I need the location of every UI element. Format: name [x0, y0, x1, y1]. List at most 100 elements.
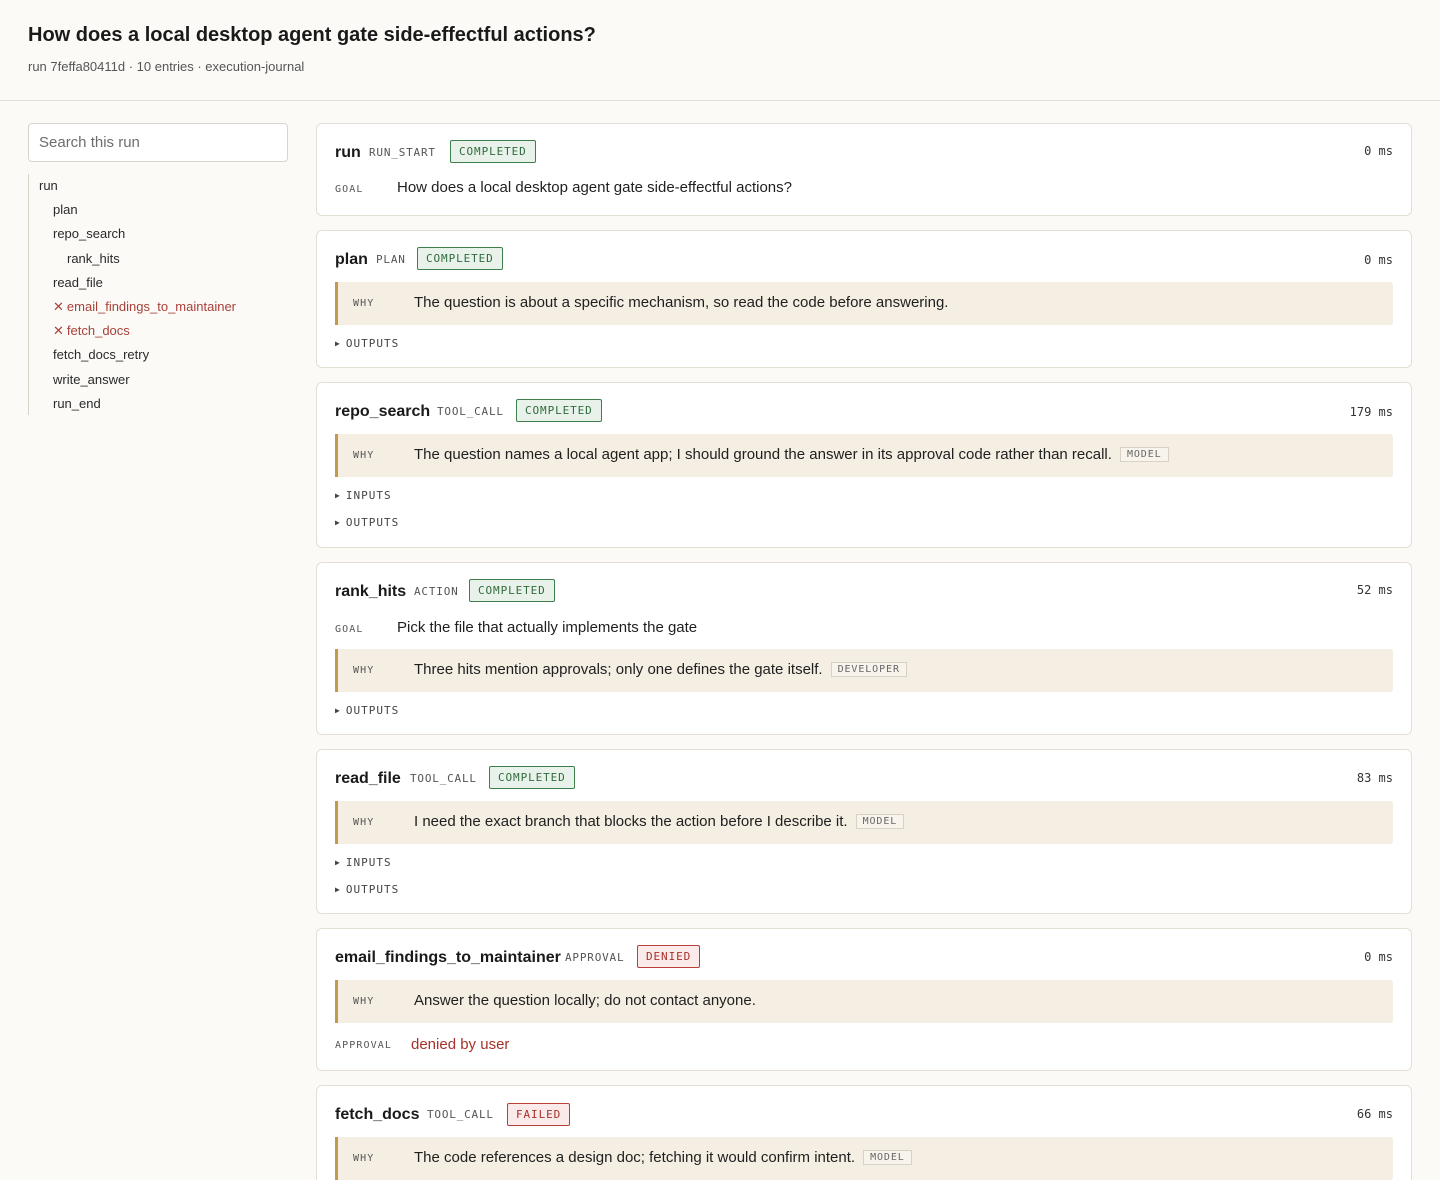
entry-name: plan	[335, 251, 368, 268]
entry-kind: RUN_START	[369, 146, 436, 159]
entry-kind: TOOL_CALL	[427, 1108, 494, 1121]
entry-kind: TOOL_CALL	[437, 405, 504, 418]
entry-name: rank_hits	[335, 583, 407, 600]
source-tag: MODEL	[1119, 447, 1169, 462]
tree-item-label: email_findings_to_maintainer	[66, 299, 237, 314]
tree-item-label: rank_hits	[67, 250, 120, 266]
why-label: WHY	[353, 298, 375, 309]
why-block: WHY The code references a design doc; fe…	[335, 1137, 1393, 1180]
why-block: WHY The question is about a specific mec…	[335, 282, 1393, 325]
entry-name: read_file	[335, 770, 401, 787]
status-badge: COMPLETED	[469, 579, 555, 602]
tree-item-label: run	[39, 178, 58, 193]
why-text: The question is about a specific mechani…	[414, 294, 949, 311]
entry-name: fetch_docs	[335, 1106, 420, 1123]
entry-kind: TOOL_CALL	[410, 772, 477, 785]
entry-duration: 0 ms	[1364, 950, 1393, 964]
search-input[interactable]	[28, 123, 288, 162]
tree-item-label: fetch_docs	[66, 323, 130, 339]
why-label: WHY	[353, 665, 375, 676]
goal-label: GOAL	[335, 184, 364, 195]
why-block: WHY The question names a local agent app…	[335, 434, 1393, 477]
inputs-toggle[interactable]: ▶ INPUTS	[335, 489, 392, 502]
why-label: WHY	[353, 450, 375, 461]
tree-item-email-findings-to-maintainer[interactable]: ✕ email_findings_to_maintainer	[53, 297, 236, 317]
failed-x-icon: ✕	[53, 299, 64, 314]
status-badge: FAILED	[507, 1103, 571, 1126]
tree-item-rank-hits[interactable]: rank_hits	[67, 249, 120, 269]
entry-duration: 0 ms	[1364, 253, 1393, 267]
why-block: WHY Three hits mention approvals; only o…	[335, 649, 1393, 692]
entry-duration: 66 ms	[1356, 1107, 1393, 1121]
outputs-toggle[interactable]: ▶ OUTPUTS	[335, 883, 399, 896]
caret-right-icon: ▶	[335, 491, 341, 500]
caret-right-icon: ▶	[335, 706, 341, 715]
tree-item-label: repo_search	[53, 226, 126, 242]
why-text: Three hits mention approvals; only one d…	[414, 661, 823, 678]
tree-item-fetch-docs-retry[interactable]: fetch_docs_retry	[53, 345, 149, 365]
entry-kind: ACTION	[414, 585, 459, 598]
tree-item-fetch-docs[interactable]: ✕ fetch_docs	[53, 321, 130, 341]
tree-item-write-answer[interactable]: write_answer	[53, 370, 130, 390]
entry-duration: 179 ms	[1349, 405, 1393, 419]
entry-card-plan: plan PLAN COMPLETED 0 ms WHY The questio…	[316, 230, 1412, 368]
caret-right-icon: ▶	[335, 339, 341, 348]
caret-right-icon: ▶	[335, 885, 341, 894]
approval-label: APPROVAL	[335, 1040, 392, 1051]
entry-card-repo-search: repo_search TOOL_CALL COMPLETED 179 ms W…	[316, 382, 1412, 548]
why-text: Answer the question locally; do not cont…	[414, 992, 756, 1009]
source-tag: MODEL	[855, 814, 905, 829]
why-text: The question names a local agent app; I …	[414, 446, 1112, 463]
page-title: How does a local desktop agent gate side…	[28, 24, 596, 46]
tree-item-read-file[interactable]: read_file	[53, 273, 103, 293]
entry-name: email_findings_to_maintainer	[335, 949, 561, 966]
caret-right-icon: ▶	[335, 518, 341, 527]
why-label: WHY	[353, 1153, 375, 1164]
tree-item-label: run_end	[53, 395, 101, 411]
run-meta: run 7feffa80411d · 10 entries · executio…	[28, 59, 305, 74]
entry-duration: 0 ms	[1364, 144, 1393, 158]
tree-item-run[interactable]: run	[39, 176, 58, 196]
entry-card-read-file: read_file TOOL_CALL COMPLETED 83 ms WHY …	[316, 749, 1412, 914]
entry-card-run: run RUN_START COMPLETED 0 ms GOAL How do…	[316, 123, 1412, 216]
why-label: WHY	[353, 817, 375, 828]
why-block: WHY I need the exact branch that blocks …	[335, 801, 1393, 844]
tree-item-label: write_answer	[53, 371, 130, 387]
goal-text: How does a local desktop agent gate side…	[397, 179, 792, 196]
source-tag: MODEL	[863, 1150, 912, 1165]
status-badge: DENIED	[637, 945, 701, 968]
tree-item-plan[interactable]: plan	[53, 200, 78, 220]
goal-text: Pick the file that actually implements t…	[397, 619, 698, 636]
outputs-toggle[interactable]: ▶ OUTPUTS	[335, 704, 399, 717]
tree-item-label: plan	[53, 202, 78, 218]
entry-kind: PLAN	[376, 253, 406, 266]
entry-card-rank-hits: rank_hits ACTION COMPLETED 52 ms GOAL Pi…	[316, 562, 1412, 735]
entry-name: run	[335, 144, 361, 161]
status-badge: COMPLETED	[489, 766, 575, 789]
tree-item-label: fetch_docs_retry	[53, 347, 150, 363]
caret-right-icon: ▶	[335, 858, 341, 867]
entry-card-email-findings: email_findings_to_maintainer APPROVAL DE…	[316, 928, 1412, 1071]
outputs-toggle[interactable]: ▶ OUTPUTS	[335, 516, 399, 529]
why-block: WHY Answer the question locally; do not …	[335, 980, 1393, 1023]
entry-kind: APPROVAL	[565, 951, 625, 964]
tree-item-repo-search[interactable]: repo_search	[53, 224, 125, 244]
tree-item-run-end[interactable]: run_end	[53, 394, 101, 414]
status-badge: COMPLETED	[516, 399, 602, 422]
run-tree: run plan repo_search rank_hits read_file ✕ ema…	[28, 174, 288, 415]
goal-label: GOAL	[335, 624, 364, 635]
approval-value: denied by user	[411, 1036, 510, 1053]
status-badge: COMPLETED	[450, 140, 536, 163]
why-text: I need the exact branch that blocks the …	[414, 813, 848, 830]
why-text: The code references a design doc; fetchi…	[414, 1149, 856, 1166]
entry-duration: 83 ms	[1356, 771, 1393, 785]
source-tag: DEVELOPER	[830, 662, 907, 677]
why-label: WHY	[353, 996, 375, 1007]
outputs-toggle[interactable]: ▶ OUTPUTS	[335, 337, 399, 350]
failed-x-icon: ✕	[53, 323, 64, 339]
page-header: How does a local desktop agent gate side…	[0, 0, 1440, 101]
inputs-toggle[interactable]: ▶ INPUTS	[335, 856, 392, 869]
entry-duration: 52 ms	[1356, 583, 1393, 597]
status-badge: COMPLETED	[417, 247, 503, 270]
tree-item-label: read_file	[53, 274, 103, 290]
